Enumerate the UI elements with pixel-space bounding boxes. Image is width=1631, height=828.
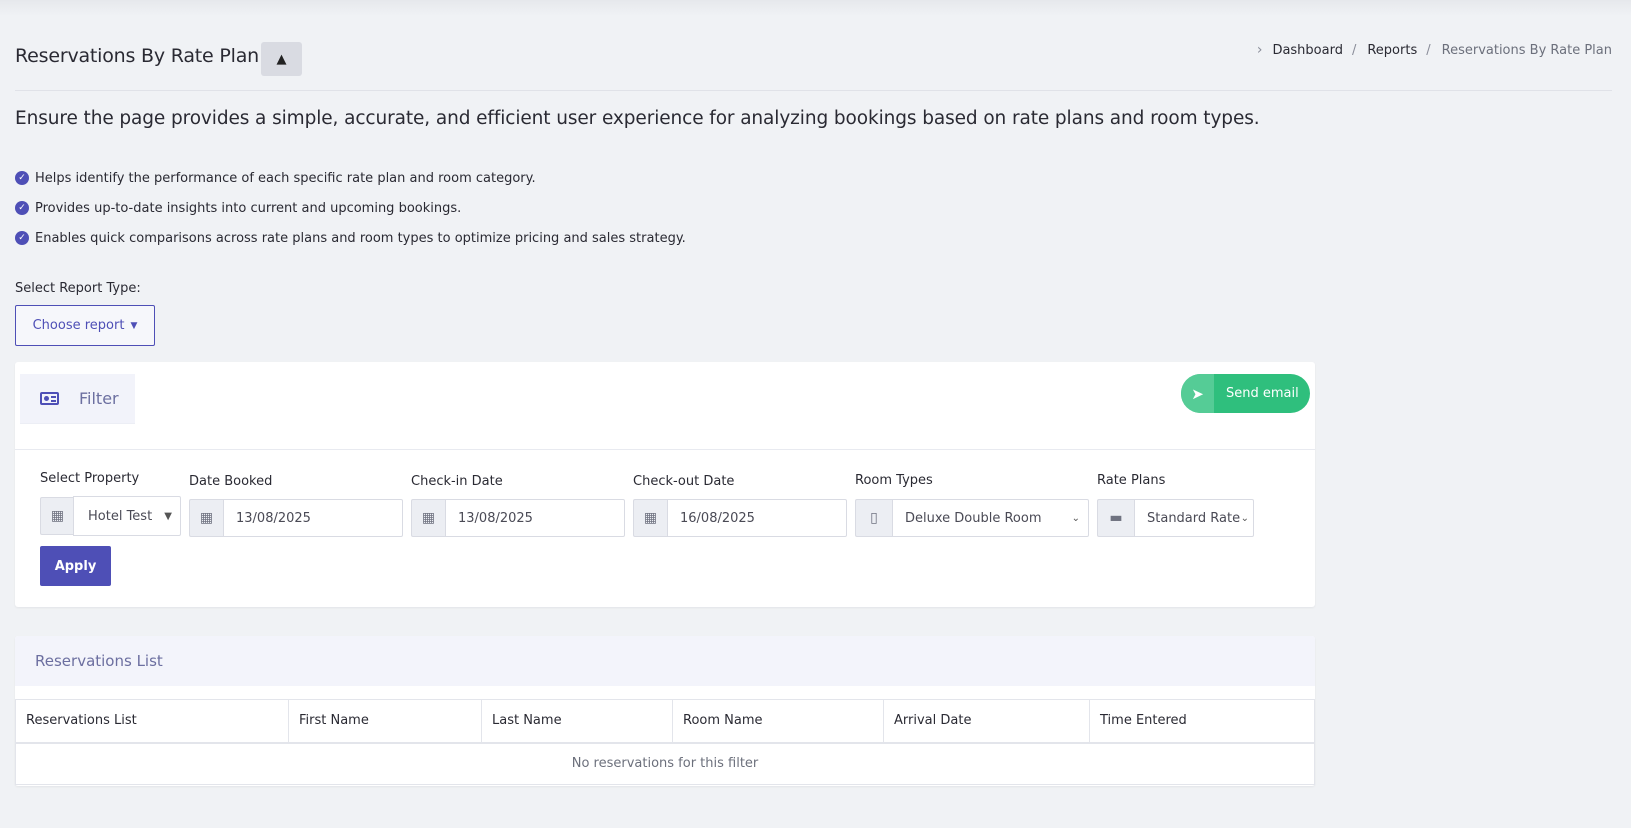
top-bar [0, 0, 1631, 16]
column-header[interactable]: Time Entered [1089, 699, 1315, 744]
divider [15, 449, 1315, 450]
room-types-value: Deluxe Double Room [905, 510, 1042, 526]
filter-card: Filter ➤ Send email Select Property ▦ Ho… [15, 362, 1315, 607]
check-circle-icon: ✓ [15, 231, 29, 245]
breadcrumb: › Dashboard / Reports / Reservations By … [1257, 42, 1612, 58]
date-booked-label: Date Booked [189, 474, 273, 489]
table-header-row: Reservations List First Name Last Name R… [15, 699, 1315, 744]
column-header[interactable]: First Name [288, 699, 482, 744]
reservations-title: Reservations List [15, 636, 1315, 686]
page-title: Reservations By Rate Plan [15, 45, 260, 67]
caret-down-icon: ▼ [164, 510, 172, 522]
reservations-table: Reservations List First Name Last Name R… [15, 699, 1315, 785]
bullet-text: Provides up-to-date insights into curren… [35, 200, 462, 216]
rate-plans-label: Rate Plans [1097, 473, 1166, 488]
caret-down-icon: ▼ [130, 320, 138, 331]
door-icon: ▯ [855, 499, 892, 537]
intro-headline: Ensure the page provides a simple, accur… [15, 108, 1260, 129]
check-circle-icon: ✓ [15, 171, 29, 185]
paper-plane-icon: ➤ [1181, 374, 1214, 413]
check-in-label: Check-in Date [411, 474, 503, 489]
check-out-label: Check-out Date [633, 474, 735, 489]
calendar-icon: ▦ [189, 499, 223, 537]
chevron-right-icon: › [1256, 42, 1263, 58]
property-label: Select Property [40, 471, 140, 486]
tab-filter[interactable]: Filter [20, 374, 135, 424]
breadcrumb-reports[interactable]: Reports [1367, 43, 1417, 58]
room-types-select[interactable]: Deluxe Double Room ⌄ [892, 499, 1089, 537]
credit-card-icon: ▬ [1097, 499, 1134, 537]
building-icon: ▦ [40, 497, 74, 535]
check-circle-icon: ✓ [15, 201, 29, 215]
property-value: Hotel Test [88, 508, 153, 524]
column-header[interactable]: Room Name [672, 699, 884, 744]
divider [15, 90, 1612, 91]
room-types-label: Room Types [855, 473, 933, 488]
calendar-icon: ▦ [411, 499, 445, 537]
bullet-text: Enables quick comparisons across rate pl… [35, 230, 686, 246]
send-email-button[interactable]: ➤ Send email [1181, 374, 1310, 413]
rate-plans-select[interactable]: Standard Rate ⌄ [1134, 499, 1254, 537]
id-card-icon [40, 391, 60, 406]
property-select[interactable]: Hotel Test ▼ [73, 496, 181, 536]
date-booked-input[interactable]: 13/08/2025 [223, 499, 403, 537]
calendar-icon: ▦ [633, 499, 667, 537]
tab-filter-label: Filter [79, 389, 119, 408]
list-item: ✓ Provides up-to-date insights into curr… [15, 193, 686, 223]
intro-bullets: ✓ Helps identify the performance of each… [15, 163, 686, 253]
check-out-input[interactable]: 16/08/2025 [667, 499, 847, 537]
list-item: ✓ Helps identify the performance of each… [15, 163, 686, 193]
table-row: No reservations for this filter [15, 742, 1315, 785]
choose-report-label: Choose report [32, 318, 125, 333]
empty-message: No reservations for this filter [15, 742, 1315, 785]
rate-plans-value: Standard Rate [1147, 510, 1241, 526]
send-email-label: Send email [1226, 386, 1299, 401]
choose-report-button[interactable]: Choose report ▼ [15, 305, 155, 346]
reservations-card: Reservations List Reservations List Firs… [15, 636, 1315, 786]
report-type-label: Select Report Type: [15, 281, 141, 296]
breadcrumb-current: Reservations By Rate Plan [1441, 42, 1612, 58]
list-item: ✓ Enables quick comparisons across rate … [15, 223, 686, 253]
column-header[interactable]: Reservations List [15, 699, 289, 744]
bullet-text: Helps identify the performance of each s… [35, 170, 536, 186]
chevron-down-icon: ⌄ [1240, 512, 1249, 524]
chevron-down-icon: ⌄ [1071, 512, 1080, 524]
breadcrumb-dashboard[interactable]: Dashboard [1272, 43, 1343, 58]
collapse-button[interactable]: ▲ [261, 42, 302, 76]
apply-button[interactable]: Apply [40, 546, 111, 586]
check-in-input[interactable]: 13/08/2025 [445, 499, 625, 537]
column-header[interactable]: Arrival Date [883, 699, 1090, 744]
breadcrumb-separator: / [1426, 42, 1431, 58]
breadcrumb-separator: / [1351, 42, 1357, 58]
column-header[interactable]: Last Name [481, 699, 673, 744]
